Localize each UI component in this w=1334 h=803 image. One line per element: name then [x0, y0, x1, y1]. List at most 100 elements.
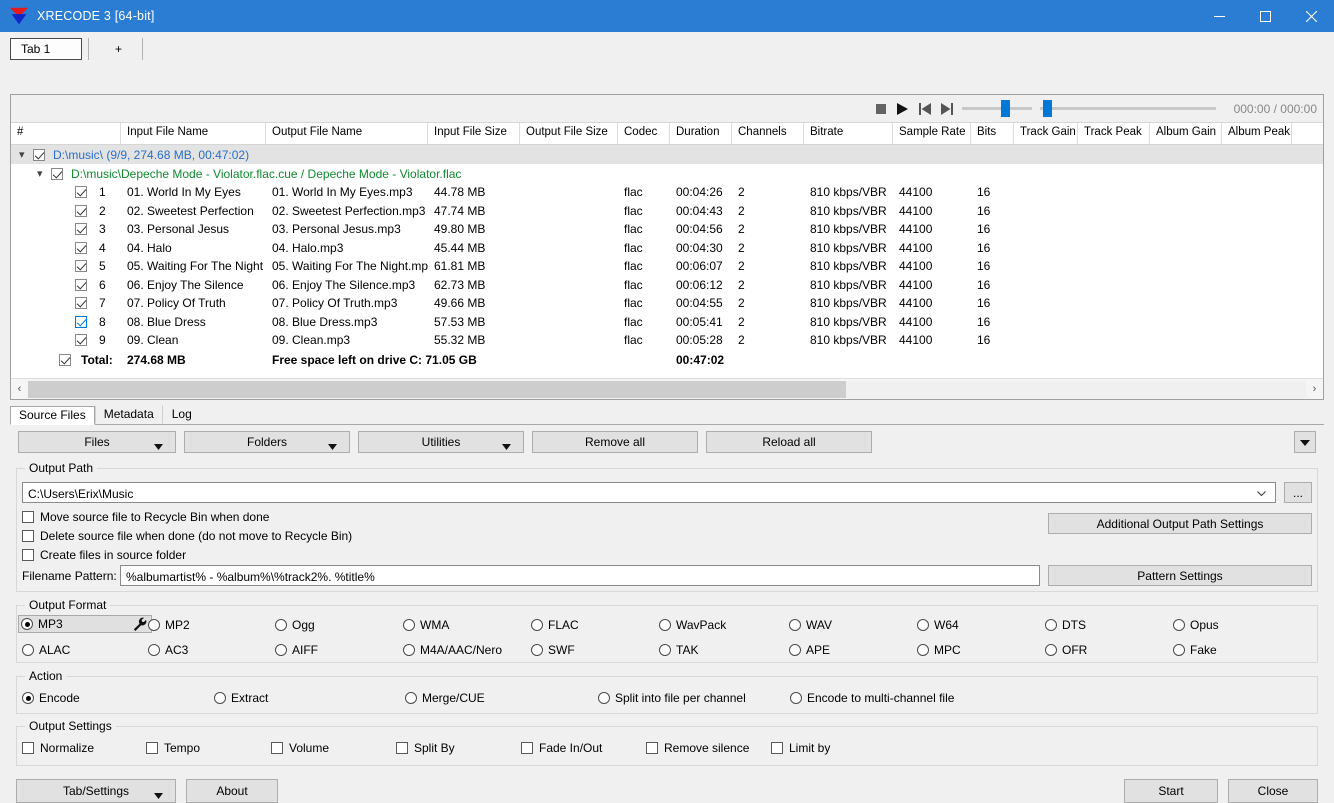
setting-checkbox-split-by[interactable]: Split By [396, 741, 455, 755]
maximize-button[interactable] [1242, 0, 1288, 32]
radio-dot[interactable] [659, 644, 671, 656]
checkbox-box[interactable] [22, 530, 34, 542]
tab-log[interactable]: Log [163, 405, 201, 424]
column-header-bitrate[interactable]: Bitrate [804, 123, 893, 144]
radio-dot[interactable] [148, 644, 160, 656]
next-track-icon[interactable] [936, 98, 958, 120]
checkbox-box[interactable] [22, 742, 34, 754]
column-header-track-gain[interactable]: Track Gain [1014, 123, 1078, 144]
checkbox-box[interactable] [396, 742, 408, 754]
previous-track-icon[interactable] [914, 98, 936, 120]
format-radio-alac[interactable]: ALAC [22, 643, 70, 657]
column-header-channels[interactable]: Channels [732, 123, 804, 144]
table-row[interactable]: 4 04. Halo 04. Halo.mp3 45.44 MB flac 00:04:3… [11, 239, 1323, 258]
radio-dot[interactable] [1173, 644, 1185, 656]
action-radio-encode[interactable]: Encode [22, 691, 80, 705]
radio-dot[interactable] [790, 692, 802, 704]
folder-group-row[interactable]: ▾ D:\music\ (9/9, 274.68 MB, 00:47:02) [11, 145, 1323, 164]
radio-dot[interactable] [21, 618, 33, 630]
column-header-track-peak[interactable]: Track Peak [1078, 123, 1150, 144]
tab-metadata[interactable]: Metadata [94, 405, 163, 424]
table-row[interactable]: 6 06. Enjoy The Silence 06. Enjoy The Sile… [11, 276, 1323, 295]
setting-checkbox-volume[interactable]: Volume [271, 741, 329, 755]
radio-dot[interactable] [531, 644, 543, 656]
format-radio-aiff[interactable]: AIFF [275, 643, 318, 657]
format-radio-ape[interactable]: APE [789, 643, 830, 657]
action-radio-encode-to-multi-channel-file[interactable]: Encode to multi-channel file [790, 691, 954, 705]
column-header-input-file-name[interactable]: Input File Name [121, 123, 266, 144]
format-radio-wma[interactable]: WMA [403, 618, 449, 632]
row-checkbox[interactable] [75, 278, 87, 291]
checkbox-box[interactable] [521, 742, 533, 754]
radio-dot[interactable] [917, 644, 929, 656]
checkbox-box[interactable] [646, 742, 658, 754]
volume-slider-thumb[interactable] [1000, 100, 1010, 117]
radio-dot[interactable] [1045, 644, 1057, 656]
format-radio-wavpack[interactable]: WavPack [659, 618, 726, 632]
format-radio-ofr[interactable]: OFR [1045, 643, 1087, 657]
column-header-[interactable]: # [11, 123, 121, 144]
format-radio-mp3[interactable]: MP3 [18, 615, 152, 633]
filename-pattern-input[interactable]: %albumartist% - %album%\%track2%. %title… [120, 565, 1040, 586]
radio-dot[interactable] [403, 644, 415, 656]
radio-dot[interactable] [214, 692, 226, 704]
start-button[interactable]: Start [1124, 779, 1218, 803]
row-checkbox[interactable] [75, 223, 87, 236]
format-radio-swf[interactable]: SWF [531, 643, 575, 657]
remove-all-button[interactable]: Remove all [532, 431, 698, 453]
format-radio-w64[interactable]: W64 [917, 618, 959, 632]
row-checkbox[interactable] [33, 148, 45, 161]
action-radio-merge-cue[interactable]: Merge/CUE [405, 691, 485, 705]
column-header-output-file-size[interactable]: Output File Size [520, 123, 618, 144]
row-checkbox[interactable] [75, 241, 87, 254]
radio-dot[interactable] [1045, 619, 1057, 631]
close-button[interactable] [1288, 0, 1334, 32]
scrollbar-track[interactable] [28, 380, 1306, 398]
play-icon[interactable] [892, 98, 914, 120]
horizontal-scrollbar[interactable]: ‹ › [11, 378, 1323, 399]
column-header-sample-rate[interactable]: Sample Rate [893, 123, 971, 144]
additional-output-path-settings-button[interactable]: Additional Output Path Settings [1048, 513, 1312, 534]
browse-output-path-button[interactable]: ... [1284, 482, 1312, 503]
checkbox-box[interactable] [22, 511, 34, 523]
row-checkbox[interactable] [75, 204, 87, 217]
file-tab-tab1[interactable]: Tab 1 [10, 38, 82, 60]
table-row[interactable]: 7 07. Policy Of Truth 07. Policy Of Truth.… [11, 294, 1323, 313]
row-checkbox[interactable] [75, 315, 87, 328]
table-row[interactable]: 1 01. World In My Eyes 01. World In My Eye… [11, 183, 1323, 202]
format-radio-opus[interactable]: Opus [1173, 618, 1219, 632]
radio-dot[interactable] [531, 619, 543, 631]
setting-checkbox-limit-by[interactable]: Limit by [771, 741, 830, 755]
minimize-button[interactable] [1196, 0, 1242, 32]
table-row[interactable]: 9 09. Clean 09. Clean.mp3 55.32 MB flac 00:05… [11, 331, 1323, 350]
radio-dot[interactable] [148, 619, 160, 631]
checkbox-box[interactable] [146, 742, 158, 754]
row-checkbox[interactable] [75, 260, 87, 273]
position-slider[interactable] [1039, 98, 1216, 120]
row-checkbox[interactable] [75, 334, 87, 347]
setting-checkbox-tempo[interactable]: Tempo [146, 741, 200, 755]
radio-dot[interactable] [22, 644, 34, 656]
delete-source-file-checkbox[interactable]: Delete source file when done (do not mov… [22, 529, 352, 543]
checkbox-box[interactable] [271, 742, 283, 754]
row-checkbox[interactable] [51, 167, 63, 180]
radio-dot[interactable] [403, 619, 415, 631]
table-row[interactable]: 2 02. Sweetest Perfection 02. Sweetest Per… [11, 202, 1323, 221]
column-header-output-file-name[interactable]: Output File Name [266, 123, 428, 144]
radio-dot[interactable] [1173, 619, 1185, 631]
chevron-down-icon[interactable]: ▾ [19, 148, 33, 161]
table-row[interactable]: 3 03. Personal Jesus 03. Personal Jesus.mp… [11, 220, 1323, 239]
close-button-footer[interactable]: Close [1228, 779, 1318, 803]
tab-source-files[interactable]: Source Files [10, 406, 95, 425]
scroll-right-icon[interactable]: › [1306, 383, 1323, 395]
column-header-album-peak[interactable]: Album Peak [1222, 123, 1292, 144]
radio-dot[interactable] [275, 619, 287, 631]
row-checkbox[interactable] [75, 186, 87, 199]
table-row[interactable]: 5 05. Waiting For The Night 05. Waiting Fo… [11, 257, 1323, 276]
format-radio-mp2[interactable]: MP2 [148, 618, 190, 632]
action-radio-split-into-file-per-channel[interactable]: Split into file per channel [598, 691, 746, 705]
format-radio-wav[interactable]: WAV [789, 618, 832, 632]
column-header-bits[interactable]: Bits [971, 123, 1014, 144]
scrollbar-thumb[interactable] [28, 380, 846, 398]
table-row[interactable]: 8 08. Blue Dress 08. Blue Dress.mp3 57.53 M… [11, 313, 1323, 332]
